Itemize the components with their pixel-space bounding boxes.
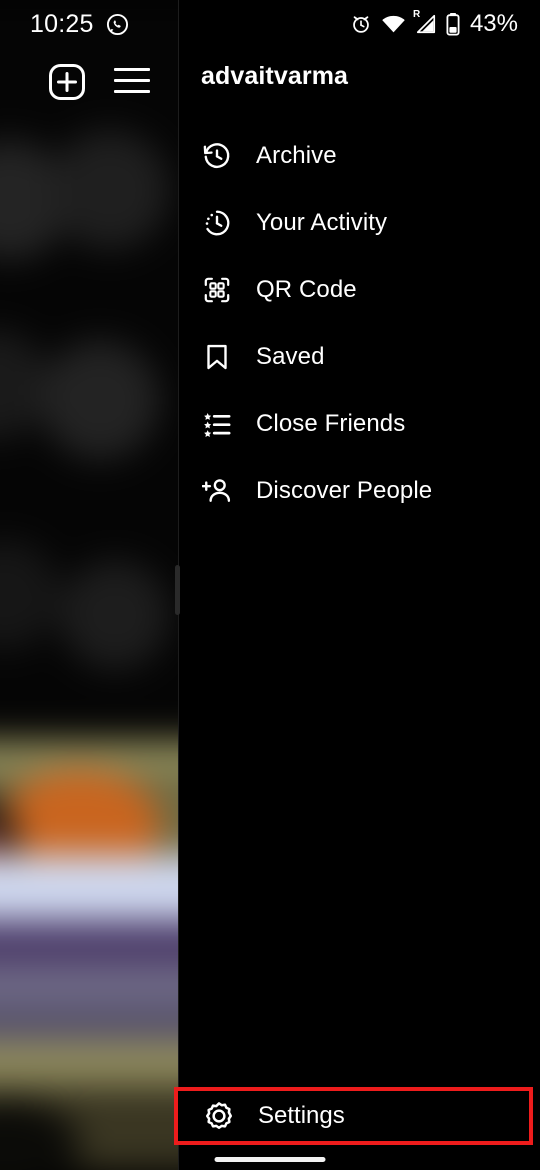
menu-item-archive[interactable]: Archive (179, 122, 540, 189)
menu-item-qr-code[interactable]: QR Code (179, 256, 540, 323)
roaming-indicator-label: R (412, 9, 421, 20)
profile-topbar (0, 55, 178, 107)
blurred-profile-content (0, 0, 178, 1170)
bookmark-icon (201, 341, 233, 373)
menu-item-close-friends[interactable]: Close Friends (179, 390, 540, 457)
hamburger-menu-button[interactable] (114, 66, 152, 98)
hamburger-menu-icon (114, 68, 150, 71)
alarm-icon (350, 13, 372, 35)
side-drawer: advaitvarma Archive Your Activity QR Cod… (175, 0, 540, 1170)
gear-icon (203, 1100, 235, 1132)
drawer-username[interactable]: advaitvarma (201, 62, 348, 91)
settings-label: Settings (258, 1102, 345, 1129)
cellular-signal-icon: R (412, 9, 437, 35)
drawer-menu-list: Archive Your Activity QR Code Saved Clos… (179, 122, 540, 524)
menu-item-label: Close Friends (256, 409, 406, 437)
star-list-icon (201, 408, 233, 440)
menu-item-label: Archive (256, 141, 337, 169)
settings-menu-item[interactable]: Settings (174, 1087, 533, 1145)
menu-item-saved[interactable]: Saved (179, 323, 540, 390)
gesture-nav-bar[interactable] (214, 1157, 326, 1162)
menu-item-label: Your Activity (256, 208, 388, 236)
battery-percent-label: 43% (469, 10, 518, 37)
menu-item-label: Discover People (256, 476, 433, 504)
menu-item-your-activity[interactable]: Your Activity (179, 189, 540, 256)
blur-blob (60, 560, 170, 670)
drawer-scrollbar[interactable] (175, 565, 180, 615)
add-post-button[interactable] (48, 63, 86, 101)
status-bar: 10:25 R 43% (0, 0, 540, 48)
menu-item-label: QR Code (256, 275, 357, 303)
settings-row-content: Settings (178, 1091, 529, 1141)
hamburger-menu-icon (114, 79, 150, 82)
menu-item-label: Saved (256, 342, 325, 370)
whatsapp-icon (106, 13, 129, 36)
history-clock-icon (201, 140, 233, 172)
menu-item-discover-people[interactable]: Discover People (179, 457, 540, 524)
status-bar-right: R 43% (350, 0, 518, 48)
battery-icon (446, 12, 460, 36)
plus-square-icon (49, 64, 85, 100)
wifi-icon (381, 12, 406, 37)
activity-clock-icon (201, 207, 233, 239)
status-bar-clock: 10:25 (30, 9, 94, 38)
blur-photo-band (0, 855, 178, 930)
profile-page-backdrop[interactable] (0, 0, 178, 1170)
status-bar-left: 10:25 (30, 0, 129, 48)
qr-code-icon (201, 274, 233, 306)
blur-blob (40, 340, 160, 460)
hamburger-menu-icon (114, 90, 150, 93)
person-plus-icon (201, 475, 233, 507)
phone-screen: 10:25 R 43% advaitvarma Archive Your Act… (0, 0, 540, 1170)
blur-blob (50, 130, 170, 250)
